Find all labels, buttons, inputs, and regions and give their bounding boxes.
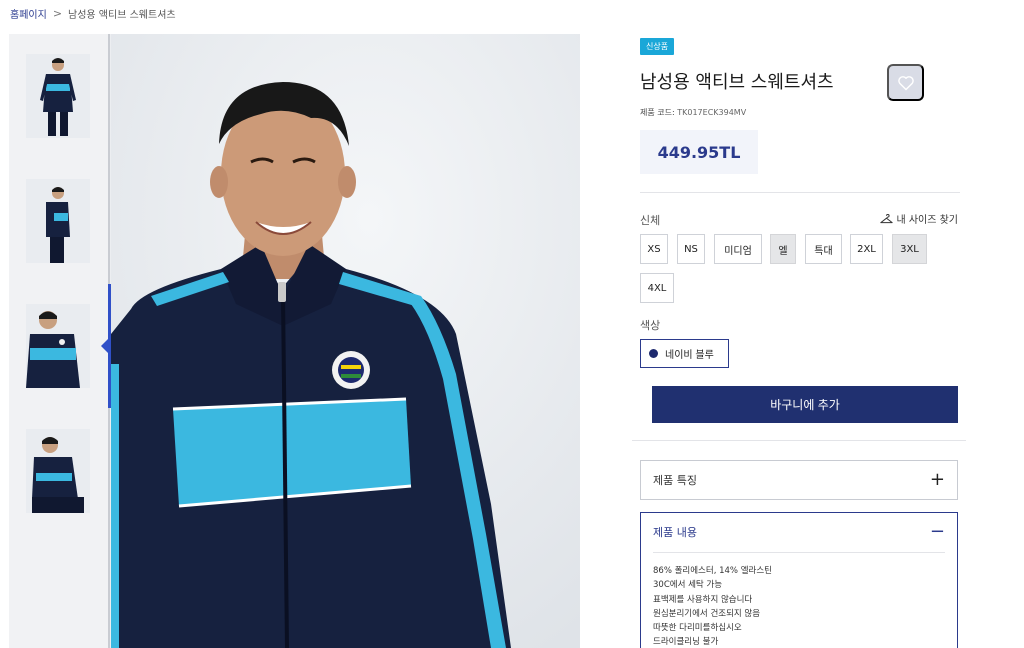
add-to-cart-button[interactable]: 바구니에 추가 xyxy=(652,386,958,423)
favorite-button[interactable] xyxy=(887,64,924,101)
color-label: 색상 xyxy=(640,319,661,332)
active-thumbnail-caret xyxy=(101,339,108,353)
color-option-navy-blue[interactable]: 네이비 블루 xyxy=(640,339,729,368)
size-option-3xl[interactable]: 3XL xyxy=(892,234,927,264)
thumbnail-seated[interactable] xyxy=(26,429,90,513)
price-box: 449.95TL xyxy=(640,130,758,174)
product-photo-seated xyxy=(26,429,90,513)
product-gallery xyxy=(9,34,580,648)
size-option-4xl[interactable]: 4XL xyxy=(640,273,674,303)
content-line: 드라이클리닝 불가 xyxy=(653,637,719,648)
accordion-body: 86% 폴리에스터, 14% 엘라스틴 30C에서 세탁 가능 표백제를 사용하… xyxy=(653,564,772,648)
accordion-title: 제품 내용 xyxy=(653,526,697,539)
main-product-image[interactable] xyxy=(111,34,580,648)
thumbnail-side[interactable] xyxy=(26,179,90,263)
content-line: 표백제를 사용하지 않습니다 xyxy=(653,594,753,605)
accordion-divider xyxy=(653,552,945,553)
plus-icon[interactable]: + xyxy=(930,471,945,489)
new-product-badge: 신상품 xyxy=(640,38,675,55)
accordion-product-features[interactable]: 제품 특징 + xyxy=(640,460,958,500)
product-photo-crop xyxy=(26,304,90,388)
content-line: 원심분리기에서 건조되지 않음 xyxy=(653,608,761,619)
size-option-ns[interactable]: NS xyxy=(677,234,705,264)
product-photo-main xyxy=(111,34,580,648)
divider xyxy=(640,192,960,193)
breadcrumb-separator: > xyxy=(52,7,63,20)
product-info-panel: 신상품 남성용 액티브 스웨트셔츠 제품 코드: TK017ECK394MV 4… xyxy=(632,34,966,648)
accordion-header[interactable]: 제품 특징 + xyxy=(641,461,957,499)
breadcrumb: 홈페이지 > 남성용 액티브 스웨트셔츠 xyxy=(10,6,176,21)
product-title: 남성용 액티브 스웨트셔츠 xyxy=(640,72,834,93)
size-label: 신체 xyxy=(640,214,661,227)
product-code-label: 제품 코드: xyxy=(640,108,675,117)
thumbnail-strip[interactable] xyxy=(9,34,110,648)
breadcrumb-home-link[interactable]: 홈페이지 xyxy=(10,6,47,21)
product-code: 제품 코드: TK017ECK394MV xyxy=(640,107,746,118)
divider xyxy=(632,440,966,441)
content-line: 30C에서 세탁 가능 xyxy=(653,580,723,591)
thumbnail-crop[interactable] xyxy=(26,304,90,388)
product-price: 449.95TL xyxy=(657,142,741,162)
content-line: 86% 폴리에스터, 14% 엘라스틴 xyxy=(653,566,772,576)
hanger-icon xyxy=(880,213,894,223)
accordion-title: 제품 특징 xyxy=(653,474,697,487)
size-option-xl[interactable]: 특대 xyxy=(805,234,842,264)
size-option-xs[interactable]: XS xyxy=(640,234,668,264)
size-option-medium[interactable]: 미디엄 xyxy=(714,234,762,264)
thumbnail-front[interactable] xyxy=(26,54,90,138)
product-code-value: TK017ECK394MV xyxy=(677,108,747,117)
size-option-large[interactable]: 엘 xyxy=(770,234,796,264)
find-my-size-link[interactable]: 내 사이즈 찾기 xyxy=(880,211,958,226)
product-photo-side xyxy=(26,179,90,263)
accordion-header[interactable]: 제품 내용 − xyxy=(641,513,957,551)
minus-icon[interactable]: − xyxy=(930,523,945,541)
heart-icon xyxy=(897,75,914,90)
breadcrumb-current: 남성용 액티브 스웨트셔츠 xyxy=(68,10,176,21)
color-swatch xyxy=(649,349,658,358)
content-line: 따뜻한 다리미를하십시오 xyxy=(653,623,742,634)
product-photo-front xyxy=(26,54,90,138)
find-my-size-label: 내 사이즈 찾기 xyxy=(896,215,958,226)
color-option-label: 네이비 블루 xyxy=(665,350,714,361)
accordion-product-content[interactable]: 제품 내용 − 86% 폴리에스터, 14% 엘라스틴 30C에서 세탁 가능 … xyxy=(640,512,958,648)
size-option-2xl[interactable]: 2XL xyxy=(850,234,883,264)
